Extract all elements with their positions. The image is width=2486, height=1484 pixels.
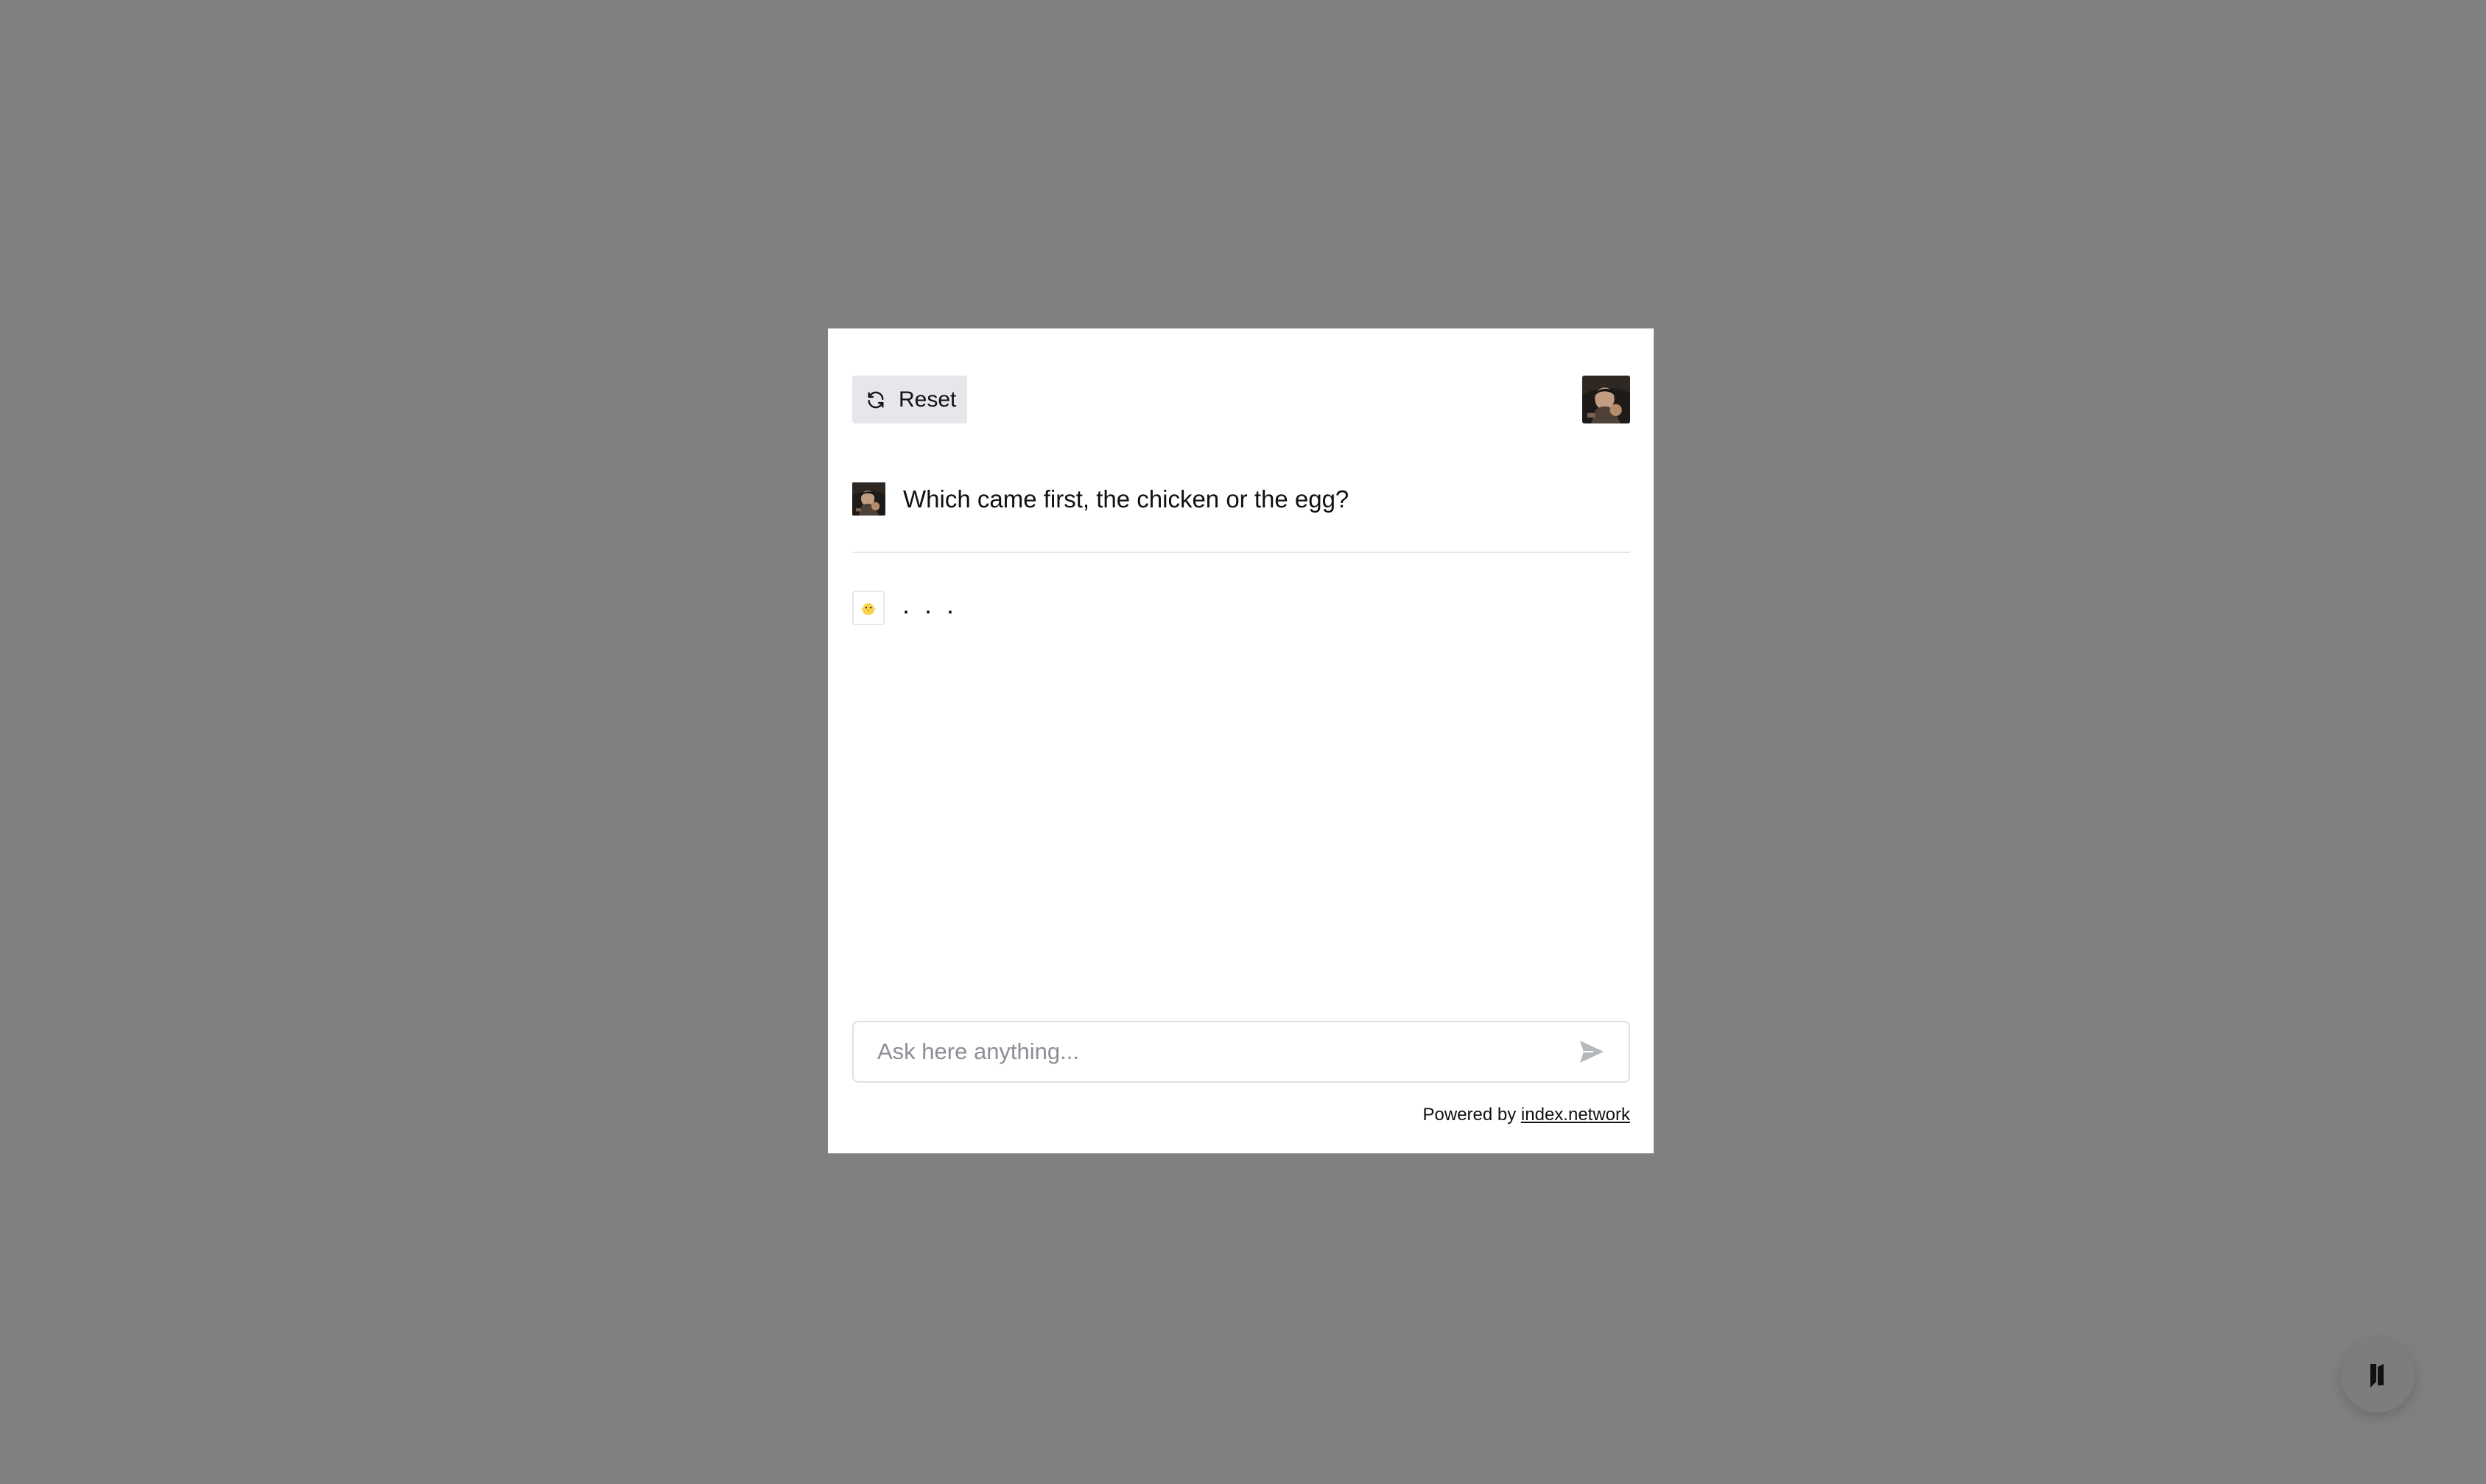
message-input[interactable]: [854, 1021, 1577, 1082]
user-message-avatar: [852, 482, 885, 516]
user-avatar-image: [852, 482, 885, 516]
chat-modal: Reset Which came first, the chicken or t…: [828, 328, 1654, 1153]
powered-by: Powered by index.network: [1423, 1105, 1631, 1125]
chat-launcher-button[interactable]: [2341, 1339, 2415, 1413]
assistant-message: . . .: [852, 589, 958, 626]
message-divider: [852, 552, 1630, 553]
message-composer: [852, 1021, 1630, 1083]
refresh-icon: [868, 391, 884, 408]
index-network-logo-icon: [2370, 1364, 2384, 1388]
assistant-avatar: [852, 590, 885, 625]
user-message-text: Which came first, the chicken or the egg…: [903, 485, 1349, 513]
send-button[interactable]: [1577, 1037, 1607, 1066]
user-avatar-image: [1582, 376, 1630, 423]
index-network-link[interactable]: index.network: [1521, 1105, 1630, 1125]
reset-button[interactable]: Reset: [852, 376, 967, 423]
reset-button-label: Reset: [899, 387, 957, 412]
chick-emoji-avatar: [861, 603, 876, 615]
user-message: Which came first, the chicken or the egg…: [852, 482, 1630, 516]
user-avatar[interactable]: [1582, 376, 1630, 423]
send-icon: [1580, 1041, 1604, 1063]
assistant-typing-indicator: . . .: [902, 589, 958, 619]
powered-by-prefix: Powered by: [1422, 1105, 1517, 1125]
